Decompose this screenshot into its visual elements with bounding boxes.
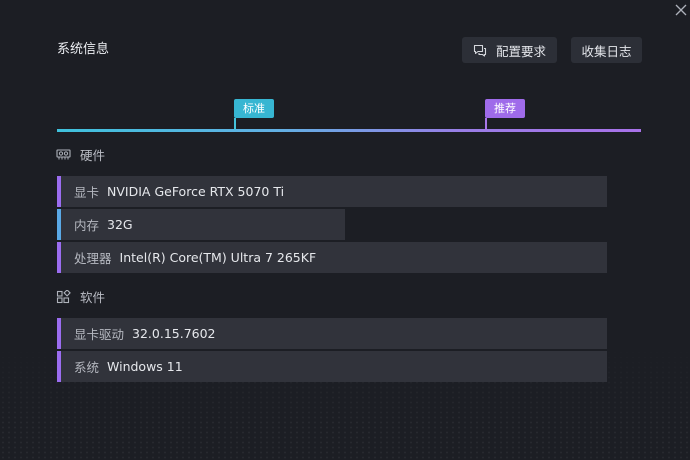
hardware-section-title: 硬件 (80, 148, 106, 163)
hardware-row-gpu: 显卡 NVIDIA GeForce RTX 5070 Ti (57, 176, 607, 207)
os-value: Windows 11 (107, 359, 183, 374)
cpu-label: 处理器 (74, 251, 112, 266)
recommended-tier-marker (485, 118, 487, 130)
gpu-label: 显卡 (74, 185, 100, 200)
page-title: 系统信息 (57, 42, 110, 57)
software-row-driver: 显卡驱动 32.0.15.7602 (57, 318, 607, 349)
memory-value: 32G (107, 217, 133, 232)
close-icon (675, 4, 687, 16)
hardware-row-cpu: 处理器 Intel(R) Core(TM) Ultra 7 265KF (57, 242, 607, 273)
performance-tier-track (57, 129, 641, 132)
memory-label: 内存 (74, 218, 100, 233)
recommended-tier-tag: 推荐 (485, 99, 525, 118)
standard-tier-tag: 标准 (234, 99, 274, 118)
gpu-value: NVIDIA GeForce RTX 5070 Ti (107, 184, 285, 199)
software-section-header: 软件 (56, 287, 105, 306)
collect-logs-button[interactable]: 收集日志 (571, 37, 642, 63)
close-button[interactable] (673, 2, 689, 18)
config-requirements-label: 配置要求 (495, 43, 546, 59)
os-label: 系统 (74, 360, 100, 375)
chat-bubbles-icon (473, 44, 487, 57)
collect-logs-label: 收集日志 (581, 43, 632, 59)
software-row-os: 系统 Windows 11 (57, 351, 607, 382)
config-requirements-button[interactable]: 配置要求 (462, 37, 557, 63)
apps-grid-icon (56, 289, 71, 303)
gpu-card-icon (56, 148, 71, 159)
hardware-row-memory: 内存 32G (57, 209, 345, 240)
cpu-value: Intel(R) Core(TM) Ultra 7 265KF (119, 250, 317, 265)
standard-tier-marker (234, 118, 236, 130)
hardware-section-header: 硬件 (56, 145, 105, 164)
driver-value: 32.0.15.7602 (132, 326, 216, 341)
software-section-title: 软件 (80, 290, 106, 305)
driver-label: 显卡驱动 (74, 327, 125, 342)
